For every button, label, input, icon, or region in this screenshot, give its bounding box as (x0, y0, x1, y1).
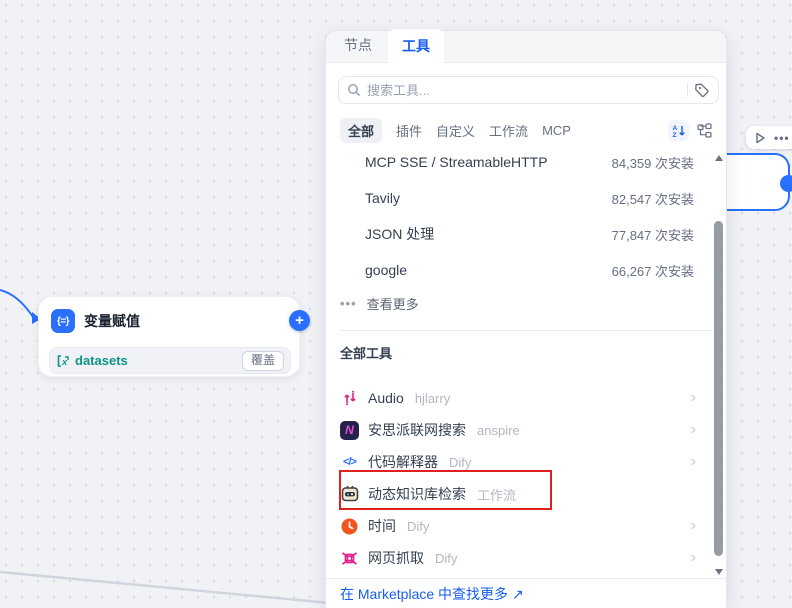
panel-footer: 在 Marketplace 中查找更多 ↗ (326, 578, 726, 608)
tool-name: 代码解释器 (368, 452, 438, 472)
robot-icon (340, 485, 359, 504)
tool-name: 时间 (368, 516, 396, 536)
code-icon: </> (340, 453, 359, 472)
sort-alpha-icon: A Z (671, 123, 686, 138)
filter-all[interactable]: 全部 (340, 118, 382, 143)
node-title: 变量赋值 (84, 311, 140, 331)
filter-mcp[interactable]: MCP (542, 123, 571, 138)
filter-workflow[interactable]: 工作流 (489, 121, 528, 140)
plugin-name: Tavily (365, 190, 400, 206)
tool-row-audio[interactable]: Audio hjlarry › (326, 382, 726, 414)
divider (687, 83, 688, 97)
tool-row-web-scraper[interactable]: 网页抓取 Dify › (326, 542, 726, 574)
tool-name: 网页抓取 (368, 548, 424, 568)
svg-text:A: A (673, 125, 678, 132)
tool-author: Dify (449, 455, 471, 470)
node-header: {=} 变量赋值 (39, 297, 299, 333)
tool-author: hjlarry (415, 391, 450, 406)
plugin-name: JSON 处理 (365, 224, 434, 244)
play-icon[interactable] (754, 132, 766, 144)
tool-author: Dify (435, 551, 457, 566)
list-item[interactable]: google 66,267 次安装 (326, 252, 726, 288)
tool-name: 安思派联网搜索 (368, 420, 466, 440)
variable-assigner-node[interactable]: {=} 变量赋值 + x datasets 覆盖 (38, 296, 300, 377)
anspire-icon: N (340, 421, 359, 440)
tools-panel: 节点 工具 全部 插件 自定义 工作流 MCP A Z (325, 30, 727, 607)
tools-list: MCP SSE / StreamableHTTP 84,359 次安装 Tavi… (326, 144, 726, 578)
spider-icon (340, 549, 359, 568)
sort-button[interactable]: A Z (668, 120, 689, 141)
search-input[interactable] (367, 83, 681, 98)
audio-icon (340, 389, 359, 408)
variable-assigner-icon: {=} (51, 309, 75, 333)
search-icon (347, 83, 361, 97)
divider (340, 330, 712, 331)
more-actions-icon[interactable]: ••• (774, 131, 790, 145)
tab-nodes[interactable]: 节点 (338, 28, 378, 62)
chevron-right-icon: › (691, 422, 696, 438)
section-title: 全部工具 (340, 343, 712, 362)
search-box[interactable] (338, 76, 719, 104)
variable-icon: x (56, 354, 70, 368)
tag-icon[interactable] (694, 82, 710, 98)
tool-row-time[interactable]: 时间 Dify › (326, 510, 726, 542)
install-count: 66,267 次安装 (612, 261, 694, 280)
install-count: 84,359 次安装 (612, 153, 694, 172)
scroll-up-arrow-icon[interactable] (715, 155, 723, 161)
tree-icon (697, 123, 712, 138)
tool-row-anspire[interactable]: N 安思派联网搜索 anspire › (326, 414, 726, 446)
install-count: 82,547 次安装 (612, 189, 694, 208)
list-item[interactable]: JSON 处理 77,847 次安装 (326, 216, 726, 252)
tool-row-dynamic-knowledge-retrieval[interactable]: 动态知识库检索 工作流 (326, 478, 726, 510)
scrollbar-thumb[interactable] (714, 221, 723, 556)
svg-text:x: x (61, 357, 68, 368)
install-count: 77,847 次安装 (612, 225, 694, 244)
scroll-down-arrow-icon[interactable] (715, 569, 723, 575)
tool-row-code-interpreter[interactable]: </> 代码解释器 Dify › (326, 446, 726, 478)
node-action-toolbar: ••• (746, 126, 792, 149)
overwrite-badge: 覆盖 (242, 351, 284, 371)
ellipsis-icon: ••• (340, 296, 357, 311)
filter-custom[interactable]: 自定义 (436, 121, 475, 140)
marketplace-link[interactable]: 在 Marketplace 中查找更多 ↗ (340, 584, 524, 604)
clock-icon (340, 517, 359, 536)
chevron-right-icon: › (691, 390, 696, 406)
panel-tabbar: 节点 工具 (326, 31, 726, 63)
tool-author: anspire (477, 423, 520, 438)
scrollbar[interactable] (713, 151, 725, 579)
tree-view-button[interactable] (694, 120, 714, 140)
chevron-right-icon: › (691, 518, 696, 534)
filter-plugins[interactable]: 插件 (396, 121, 422, 140)
tool-name: 动态知识库检索 (368, 484, 466, 504)
chevron-right-icon: › (691, 550, 696, 566)
view-more-label: 查看更多 (367, 294, 419, 313)
plugin-name: google (365, 262, 407, 278)
tab-tools[interactable]: 工具 (388, 29, 444, 63)
tool-author: Dify (407, 519, 429, 534)
view-more-button[interactable]: ••• 查看更多 (326, 288, 726, 318)
variable-name: datasets (75, 353, 237, 368)
plugin-name: MCP SSE / StreamableHTTP (365, 154, 548, 170)
node-output-handle[interactable] (780, 175, 792, 192)
add-next-node-button[interactable]: + (289, 310, 310, 331)
tool-name: Audio (368, 390, 404, 406)
chevron-right-icon: › (691, 454, 696, 470)
variable-row[interactable]: x datasets 覆盖 (49, 347, 291, 374)
list-item[interactable]: MCP SSE / StreamableHTTP 84,359 次安装 (326, 144, 726, 180)
filter-chips: 全部 插件 自定义 工作流 MCP A Z (340, 119, 714, 141)
tool-author: 工作流 (477, 485, 516, 504)
svg-text:Z: Z (673, 132, 677, 138)
list-item[interactable]: Tavily 82,547 次安装 (326, 180, 726, 216)
